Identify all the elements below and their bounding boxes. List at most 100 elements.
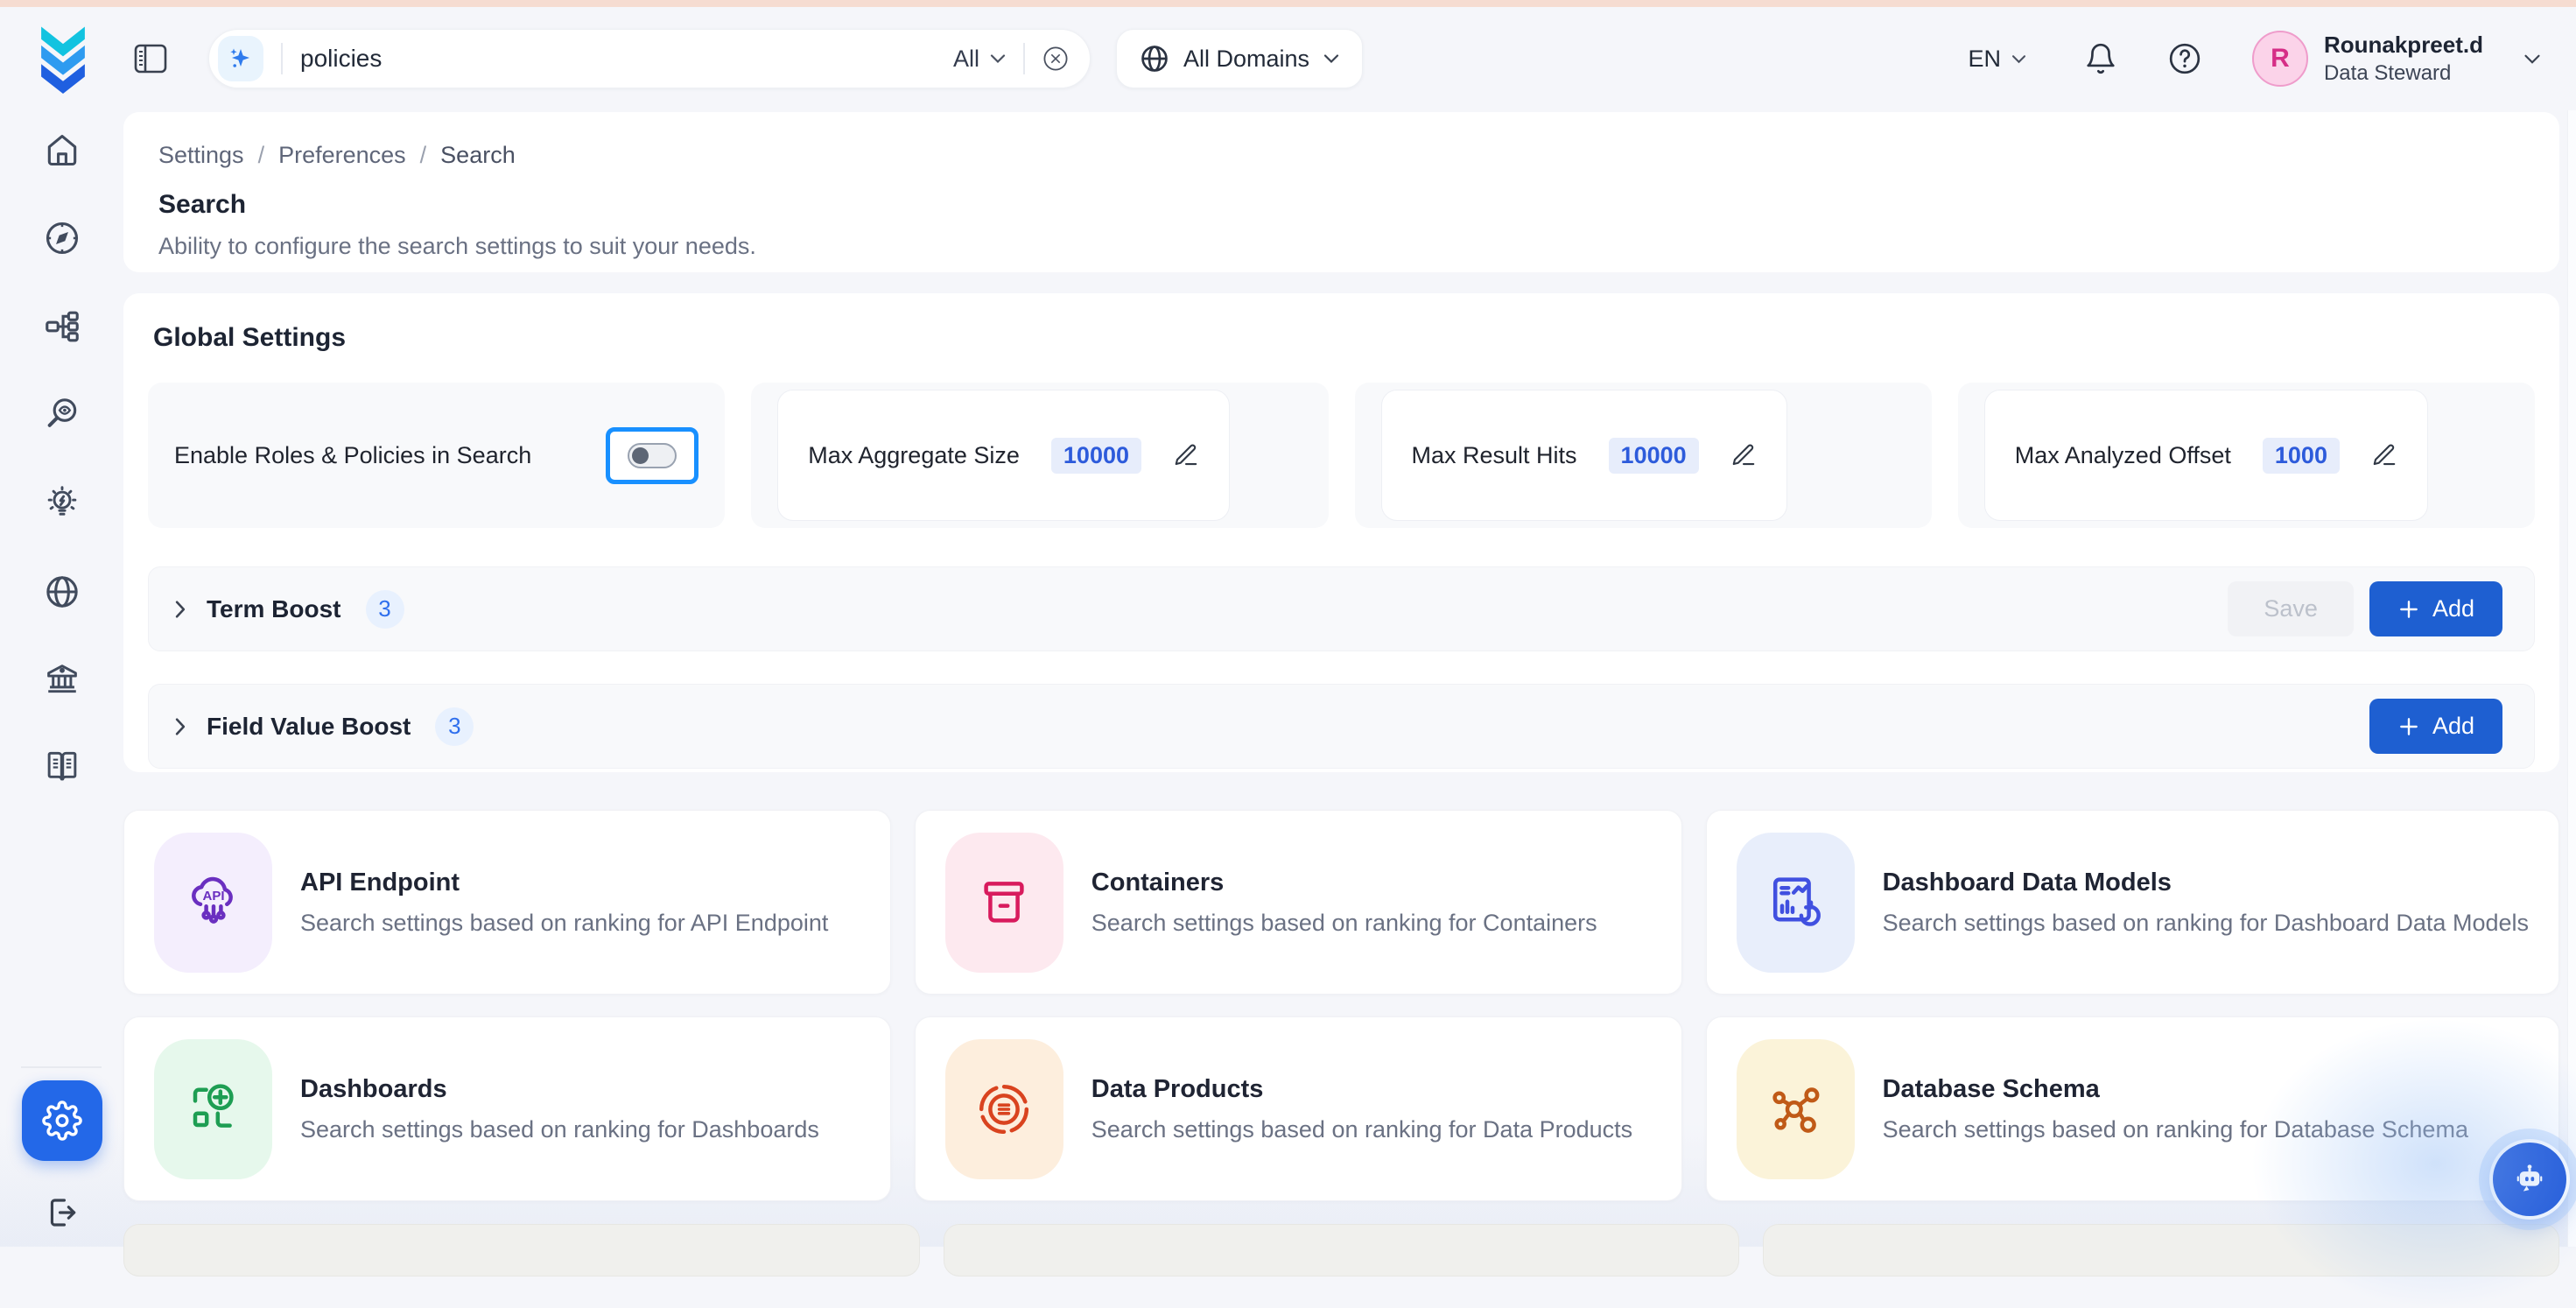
global-search-bar[interactable]: All <box>208 29 1091 88</box>
setting-field: Max Aggregate Size 10000 <box>777 390 1230 521</box>
max-analyzed-offset-card: Max Analyzed Offset 1000 <box>1958 383 2535 528</box>
entity-settings-grid: API API Endpoint Search settings based o… <box>123 810 2559 1201</box>
search-scope-dropdown[interactable]: All <box>953 46 1006 73</box>
scrollbar-track[interactable] <box>2567 110 2576 1247</box>
entity-card-description: Search settings based on ranking for API… <box>300 910 828 937</box>
search-divider <box>281 43 283 74</box>
sidebar-item-insights[interactable] <box>43 483 81 522</box>
entity-settings-grid-next-row <box>123 1224 2559 1276</box>
sidebar-item-domains[interactable] <box>43 573 81 611</box>
entity-card-title: API Endpoint <box>300 868 828 897</box>
setting-field: Max Analyzed Offset 1000 <box>1984 390 2428 521</box>
edit-icon[interactable] <box>2371 442 2397 468</box>
sidebar-item-explore[interactable] <box>43 219 81 257</box>
containers-icon <box>945 833 1063 973</box>
dashboard-data-models-icon <box>1737 833 1855 973</box>
dashboards-icon <box>154 1039 272 1179</box>
edit-icon[interactable] <box>1173 442 1199 468</box>
add-term-boost-button[interactable]: Add <box>2369 581 2502 636</box>
sidebar-divider <box>21 1066 102 1068</box>
entity-card-partial[interactable] <box>1763 1224 2559 1276</box>
entity-card-title: Containers <box>1091 868 1597 897</box>
sidebar-item-observability[interactable] <box>43 395 81 433</box>
entity-card-title: Dashboards <box>300 1075 819 1104</box>
setting-label: Max Result Hits <box>1412 442 1577 469</box>
save-button[interactable]: Save <box>2228 581 2354 636</box>
entity-card-description: Search settings based on ranking for Dat… <box>1883 1116 2468 1143</box>
setting-field: Max Result Hits 10000 <box>1381 390 1787 521</box>
sidebar-item-lineage[interactable] <box>43 307 81 346</box>
global-settings-grid: Enable Roles & Policies in Search Max Ag… <box>148 383 2535 528</box>
add-button-label: Add <box>2432 713 2474 740</box>
sidebar-item-govern[interactable] <box>43 659 81 698</box>
setting-label: Max Analyzed Offset <box>2015 442 2231 469</box>
chat-assistant-button[interactable] <box>2493 1143 2566 1216</box>
expand-chevron-icon[interactable] <box>173 717 187 736</box>
breadcrumb-preferences[interactable]: Preferences <box>278 142 406 169</box>
entity-card-description: Search settings based on ranking for Con… <box>1091 910 1597 937</box>
app-logo-icon[interactable] <box>35 24 91 94</box>
entity-card-text: Dashboards Search settings based on rank… <box>300 1075 819 1143</box>
entity-card-text: Containers Search settings based on rank… <box>1091 868 1597 937</box>
search-scope-label: All <box>953 46 979 73</box>
logout-button[interactable] <box>44 1194 81 1231</box>
entity-card-dashboard-data-models[interactable]: Dashboard Data Models Search settings ba… <box>1706 810 2559 995</box>
notifications-button[interactable] <box>2084 42 2117 75</box>
sidebar-item-glossary[interactable] <box>43 747 81 785</box>
entity-card-title: Database Schema <box>1883 1075 2468 1104</box>
edit-icon[interactable] <box>1730 442 1757 468</box>
robot-icon <box>2507 1157 2552 1202</box>
compass-icon <box>43 219 81 257</box>
header-actions: EN R Rounakpreet.d Data Steward <box>1968 31 2541 87</box>
chevron-down-icon <box>1323 53 1339 65</box>
user-info: Rounakpreet.d Data Steward <box>2324 32 2483 86</box>
search-input[interactable] <box>300 45 953 73</box>
open-book-icon <box>43 747 81 785</box>
magnifier-eye-icon <box>43 395 81 433</box>
term-boost-count-badge: 3 <box>366 590 404 629</box>
avatar[interactable]: R <box>2252 31 2308 87</box>
page-header-card: Settings / Preferences / Search Search A… <box>123 112 2559 272</box>
data-products-icon <box>945 1039 1063 1179</box>
sidebar-item-home[interactable] <box>43 130 81 169</box>
logout-icon <box>44 1194 81 1231</box>
entity-card-dashboards[interactable]: Dashboards Search settings based on rank… <box>123 1016 891 1201</box>
language-label: EN <box>1968 46 2001 73</box>
entity-card-containers[interactable]: Containers Search settings based on rank… <box>915 810 1682 995</box>
bell-icon <box>2084 42 2117 75</box>
help-button[interactable] <box>2168 42 2201 75</box>
chevron-down-icon <box>2523 53 2541 66</box>
breadcrumb-settings[interactable]: Settings <box>158 142 244 169</box>
entity-card-text: Database Schema Search settings based on… <box>1883 1075 2468 1143</box>
term-boost-section: Term Boost 3 Save Add <box>148 566 2535 651</box>
entity-card-description: Search settings based on ranking for Das… <box>1883 910 2529 937</box>
ai-sparkle-icon[interactable] <box>218 36 263 81</box>
gear-icon <box>42 1101 82 1141</box>
user-menu[interactable]: R Rounakpreet.d Data Steward <box>2252 31 2541 87</box>
entity-card-data-products[interactable]: Data Products Search settings based on r… <box>915 1016 1682 1201</box>
domain-filter-dropdown[interactable]: All Domains <box>1116 29 1363 88</box>
add-field-value-boost-button[interactable]: Add <box>2369 699 2502 754</box>
field-value-boost-count-badge: 3 <box>435 707 474 746</box>
setting-value: 10000 <box>1609 438 1699 474</box>
field-value-boost-actions: Add <box>2369 699 2502 754</box>
search-divider <box>1023 43 1025 74</box>
roles-policies-toggle[interactable] <box>628 443 677 468</box>
breadcrumb: Settings / Preferences / Search <box>158 142 2524 169</box>
sidebar-toggle-button[interactable] <box>133 43 168 74</box>
entity-card-partial[interactable] <box>944 1224 1740 1276</box>
page-description: Ability to configure the search settings… <box>158 233 2524 260</box>
expand-chevron-icon[interactable] <box>173 600 187 619</box>
entity-card-api-endpoint[interactable]: API API Endpoint Search settings based o… <box>123 810 891 995</box>
left-sidebar <box>0 110 123 1247</box>
entity-card-database-schema[interactable]: Database Schema Search settings based on… <box>1706 1016 2559 1201</box>
entity-card-partial[interactable] <box>123 1224 920 1276</box>
search-clear-button[interactable] <box>1042 46 1069 72</box>
field-value-boost-label: Field Value Boost <box>207 713 411 741</box>
setting-value: 1000 <box>2263 438 2340 474</box>
language-selector[interactable]: EN <box>1968 46 2026 73</box>
lightbulb-icon <box>43 483 81 522</box>
plus-icon <box>2397 598 2420 621</box>
max-result-hits-card: Max Result Hits 10000 <box>1355 383 1932 528</box>
sidebar-item-settings[interactable] <box>22 1080 102 1161</box>
